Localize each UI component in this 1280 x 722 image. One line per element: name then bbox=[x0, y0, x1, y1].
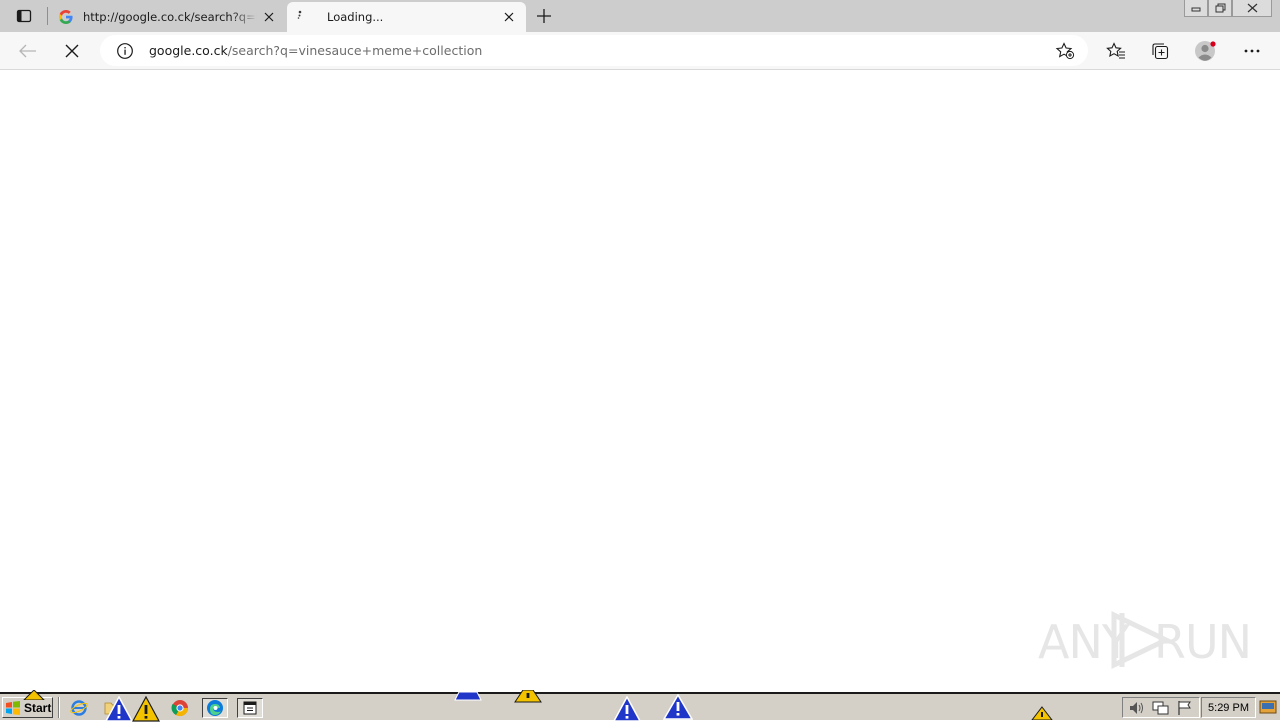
taskbar: Start 5:29 PM bbox=[0, 690, 1280, 722]
warning-yellow-icon bbox=[1031, 706, 1053, 720]
tab-google-search[interactable]: http://google.co.ck/search?q=bo bbox=[49, 2, 286, 32]
chrome-button[interactable] bbox=[169, 698, 191, 718]
window-app-icon bbox=[243, 701, 257, 715]
favorites-button[interactable] bbox=[1101, 37, 1131, 65]
close-tab-button[interactable] bbox=[497, 5, 521, 29]
close-window-button[interactable] bbox=[1232, 0, 1272, 17]
warning-blue-icon bbox=[454, 692, 482, 701]
add-favorite-icon[interactable] bbox=[1055, 42, 1075, 60]
action-center-flag-icon[interactable] bbox=[1176, 700, 1194, 716]
warning-blue-icon bbox=[105, 696, 133, 722]
favorites-icon bbox=[1106, 42, 1125, 59]
google-g-icon bbox=[58, 9, 74, 25]
start-button[interactable]: Start bbox=[2, 697, 53, 718]
settings-more-button[interactable] bbox=[1237, 37, 1267, 65]
tab-title: http://google.co.ck/search?q=bo bbox=[83, 10, 257, 24]
address-url[interactable]: google.co.ck/search?q=vinesauce+meme+col… bbox=[149, 43, 482, 58]
warning-yellow-icon bbox=[132, 696, 160, 722]
loading-icon bbox=[292, 9, 308, 25]
edge-button[interactable] bbox=[202, 698, 228, 718]
stop-loading-button[interactable] bbox=[57, 37, 87, 65]
url-host: google.co.ck bbox=[149, 43, 228, 58]
profile-button[interactable] bbox=[1191, 37, 1221, 65]
quicklaunch-divider bbox=[58, 697, 60, 718]
site-info-icon[interactable] bbox=[116, 42, 134, 60]
tab-actions-button[interactable] bbox=[8, 5, 40, 27]
close-icon bbox=[504, 12, 514, 22]
taskbar-clock[interactable]: 5:29 PM bbox=[1201, 697, 1256, 718]
show-desktop-icon[interactable] bbox=[1259, 698, 1277, 716]
restore-button[interactable] bbox=[1208, 0, 1232, 17]
windows-logo-icon bbox=[6, 700, 20, 715]
close-icon bbox=[264, 12, 274, 22]
profile-avatar-icon bbox=[1195, 41, 1216, 61]
close-window-icon bbox=[1247, 3, 1257, 13]
back-arrow-icon bbox=[19, 44, 36, 58]
edge-icon bbox=[207, 700, 223, 716]
tab-title: Loading... bbox=[327, 10, 384, 24]
address-bar[interactable]: google.co.ck/search?q=vinesauce+meme+col… bbox=[100, 35, 1088, 66]
url-path: /search?q=vinesauce+meme+collection bbox=[227, 43, 483, 58]
system-tray bbox=[1122, 697, 1200, 718]
collections-button[interactable] bbox=[1145, 37, 1175, 65]
chrome-icon bbox=[171, 700, 189, 717]
more-dots-icon bbox=[1244, 49, 1260, 53]
warning-blue-icon bbox=[613, 696, 641, 722]
watermark-text-right: RUN bbox=[1154, 615, 1252, 669]
minimize-button[interactable] bbox=[1184, 0, 1208, 17]
internet-explorer-icon bbox=[70, 700, 88, 716]
internet-explorer-button[interactable] bbox=[68, 698, 90, 718]
tab-loading[interactable]: Loading... bbox=[287, 2, 526, 32]
start-label: Start bbox=[24, 700, 52, 715]
warning-yellow-icon bbox=[23, 690, 45, 700]
restore-icon bbox=[1215, 3, 1225, 13]
tab-strip: http://google.co.ck/search?q=bo Loading.… bbox=[0, 0, 1280, 32]
tab-actions-icon bbox=[16, 9, 32, 23]
close-tab-button[interactable] bbox=[257, 5, 281, 29]
plus-icon bbox=[537, 9, 551, 23]
collections-icon bbox=[1152, 43, 1169, 60]
anyrun-watermark: ANY RUN bbox=[1038, 607, 1252, 673]
volume-icon[interactable] bbox=[1128, 700, 1146, 716]
minimize-icon bbox=[1191, 7, 1201, 12]
back-button[interactable] bbox=[13, 37, 43, 65]
network-icon[interactable] bbox=[1152, 700, 1170, 716]
warning-blue-icon bbox=[663, 694, 693, 720]
browser-toolbar: google.co.ck/search?q=vinesauce+meme+col… bbox=[0, 32, 1280, 70]
warning-yellow-icon bbox=[514, 690, 542, 703]
app-window-button[interactable] bbox=[237, 698, 263, 718]
page-viewport bbox=[0, 71, 1280, 692]
stop-icon bbox=[65, 44, 79, 58]
new-tab-button[interactable] bbox=[533, 5, 555, 27]
tab-separator bbox=[47, 7, 48, 25]
